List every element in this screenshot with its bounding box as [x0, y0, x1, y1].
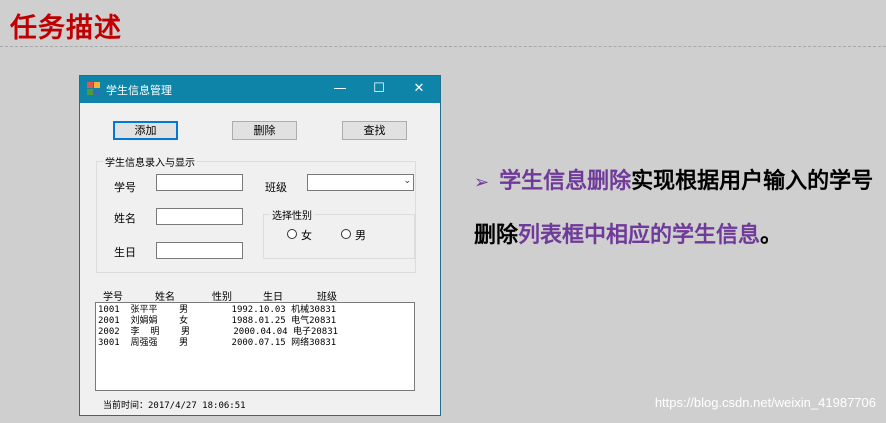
maximize-button[interactable]: ☐: [364, 78, 394, 100]
birthday-input[interactable]: [156, 242, 243, 259]
student-info-window: 学生信息管理 — ☐ ✕ 添加 删除 查找 学生信息录入与显示 学号 班级 ⌄ …: [79, 75, 441, 416]
col-header-birthday: 生日: [263, 292, 283, 303]
close-button[interactable]: ✕: [404, 78, 434, 100]
minimize-button[interactable]: —: [325, 78, 355, 100]
gender-group: 选择性别: [263, 207, 415, 259]
female-label[interactable]: 女: [301, 227, 312, 243]
male-label[interactable]: 男: [355, 227, 366, 243]
app-icon: [87, 82, 100, 95]
list-item[interactable]: 3001 周强强 男 2000.07.15 网络30831: [98, 338, 414, 349]
window-titlebar[interactable]: 学生信息管理 — ☐ ✕: [80, 76, 440, 103]
slide-title: 任务描述: [10, 13, 122, 44]
list-item[interactable]: 1001 张平平 男 1992.10.03 机械30831: [98, 305, 414, 316]
class-label: 班级: [265, 181, 287, 194]
col-header-name: 姓名: [155, 292, 175, 303]
list-item[interactable]: 2002 李 明 男 2000.04.04 电子20831: [98, 327, 414, 338]
add-button[interactable]: 添加: [113, 121, 178, 140]
desc-highlight-1: 学生信息删除: [499, 169, 632, 194]
desc-text-2: 。: [760, 223, 783, 248]
student-listbox[interactable]: 1001 张平平 男 1992.10.03 机械30831 2001 刘娟娟 女…: [95, 302, 415, 391]
search-button[interactable]: 查找: [342, 121, 407, 140]
chevron-down-icon[interactable]: ⌄: [403, 176, 411, 186]
window-title: 学生信息管理: [106, 84, 172, 97]
student-id-label: 学号: [114, 181, 136, 194]
bullet-arrow-icon: ➢: [474, 172, 490, 193]
list-item[interactable]: 2001 刘娟娟 女 1988.01.25 电气20831: [98, 316, 414, 327]
gender-group-title: 选择性别: [270, 207, 314, 222]
male-radio[interactable]: [341, 229, 351, 239]
female-radio[interactable]: [287, 229, 297, 239]
birthday-label: 生日: [114, 246, 136, 259]
desc-highlight-2: 列表框中相应的学生信息: [518, 223, 761, 248]
watermark: https://blog.csdn.net/weixin_41987706: [654, 395, 876, 410]
status-time: 当前时间：2017/4/27 18:06:51: [103, 401, 246, 411]
student-id-input[interactable]: [156, 174, 243, 191]
col-header-id: 学号: [103, 292, 123, 303]
name-input[interactable]: [156, 208, 243, 225]
delete-button[interactable]: 删除: [232, 121, 297, 140]
name-label: 姓名: [114, 212, 136, 225]
title-divider: [0, 46, 886, 47]
col-header-class: 班级: [317, 292, 337, 303]
col-header-gender: 性别: [212, 292, 232, 303]
group-title: 学生信息录入与显示: [103, 154, 197, 169]
class-select[interactable]: ⌄: [307, 174, 414, 191]
slide-description: ➢ 学生信息删除实现根据用户输入的学号删除列表框中相应的学生信息。: [474, 155, 874, 262]
